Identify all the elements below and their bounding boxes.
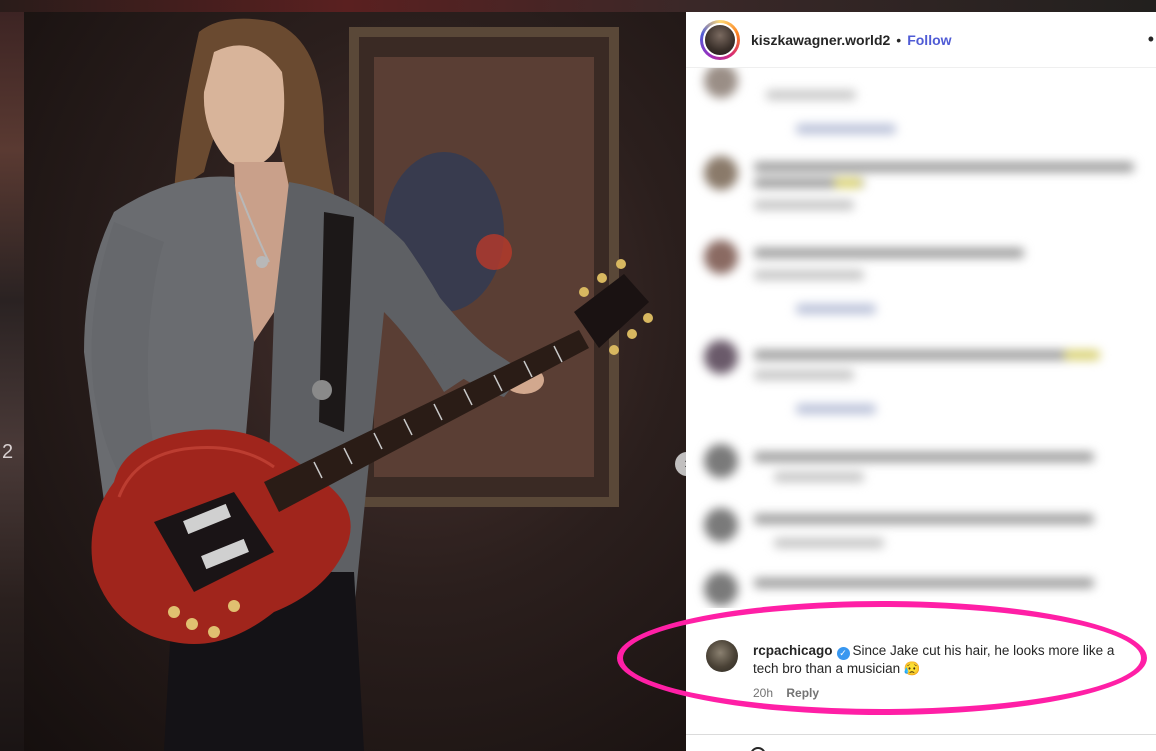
post-photo: › — [24, 12, 686, 751]
background-partial-text: 2 y — [2, 441, 14, 463]
verified-badge-icon: ✓ — [836, 647, 850, 660]
actions-divider — [686, 734, 1156, 735]
blurred-comments — [686, 68, 1156, 608]
commenter-username[interactable]: rcpachicago — [753, 643, 833, 658]
author-username[interactable]: kiszkawagner.world2 — [751, 32, 890, 48]
comment-meta: 20h Reply — [753, 686, 819, 700]
comment-body: rcpachicago ✓ Since Jake cut his hair, he … — [753, 642, 1128, 678]
post-side-panel: kiszkawagner.world2 • Follow • rcpachica… — [686, 12, 1156, 751]
comment-timestamp: 20h — [753, 686, 774, 700]
background-feed-top — [0, 0, 1156, 12]
author-avatar[interactable] — [700, 19, 740, 60]
post-header: kiszkawagner.world2 • Follow • — [686, 12, 1156, 68]
more-options-icon[interactable]: • — [1148, 30, 1154, 48]
reply-button[interactable]: Reply — [786, 686, 819, 700]
follow-button[interactable]: Follow — [907, 32, 951, 48]
post-photo-illustration — [84, 18, 653, 751]
commenter-avatar[interactable] — [706, 640, 738, 672]
highlighted-comment: rcpachicago ✓ Since Jake cut his hair, he … — [706, 638, 1136, 708]
background-feed-left — [0, 0, 24, 751]
header-separator: • — [896, 31, 902, 48]
author-avatar-image — [703, 22, 737, 57]
like-icon[interactable] — [750, 747, 766, 751]
